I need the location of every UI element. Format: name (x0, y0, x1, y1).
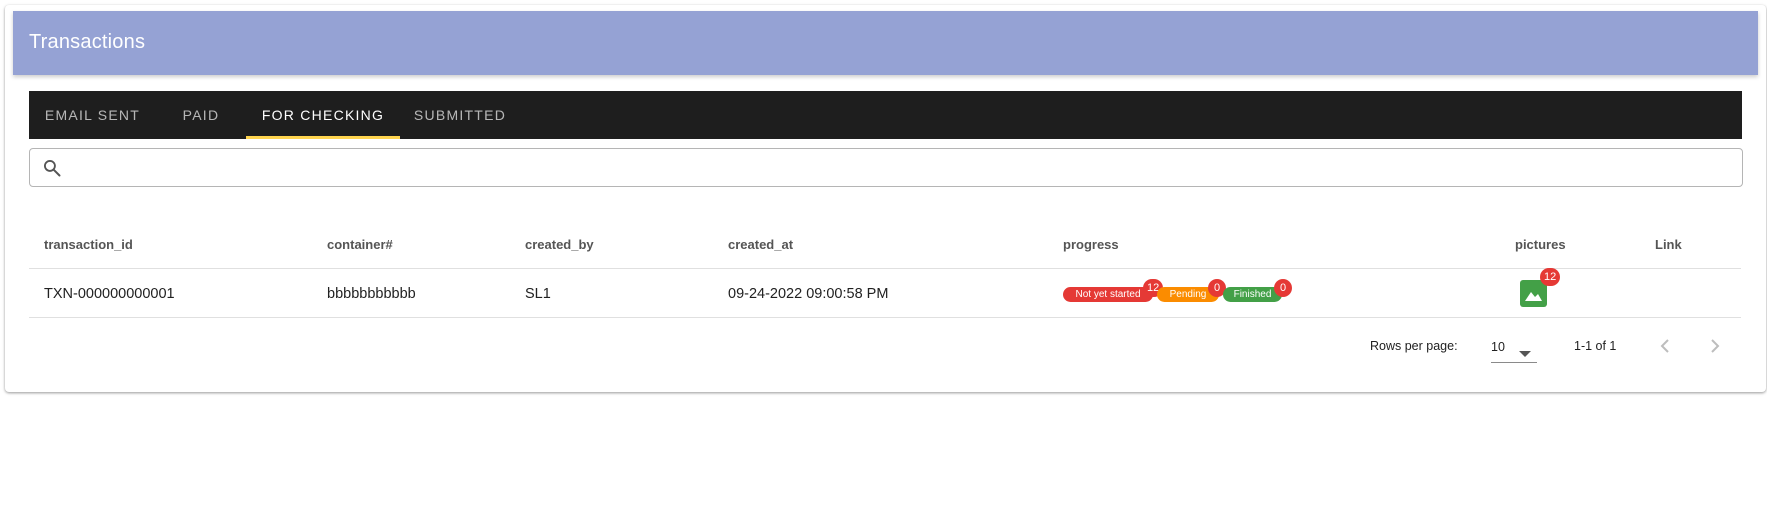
tab-paid[interactable]: PAID (156, 91, 246, 139)
cell-transaction-id: TXN-000000000001 (44, 286, 175, 302)
search-input[interactable] (74, 149, 1728, 188)
image-icon (1520, 292, 1547, 311)
pagination-range: 1-1 of 1 (1574, 339, 1617, 353)
header-divider (29, 268, 1741, 269)
column-header-transaction-id[interactable]: transaction_id (44, 237, 133, 252)
active-tab-indicator (246, 136, 400, 139)
column-header-progress[interactable]: progress (1063, 237, 1119, 252)
tab-bar: EMAIL SENT PAID FOR CHECKING SUBMITTED (29, 91, 1742, 139)
chevron-right-icon[interactable] (1703, 334, 1727, 358)
caret-down-icon (1519, 345, 1531, 363)
pictures-count-badge: 12 (1540, 268, 1561, 286)
app-bar: Transactions (13, 11, 1758, 75)
column-header-created-at[interactable]: created_at (728, 237, 793, 252)
column-header-created-by[interactable]: created_by (525, 237, 594, 252)
column-header-link[interactable]: Link (1655, 237, 1682, 252)
rows-per-page-select[interactable]: 10 (1491, 332, 1537, 363)
tab-submitted[interactable]: SUBMITTED (400, 91, 520, 139)
search-icon (42, 158, 62, 178)
cell-created-at: 09-24-2022 09:00:58 PM (728, 286, 889, 302)
rows-per-page-label: Rows per page: (1370, 339, 1458, 353)
page-title: Transactions (29, 31, 146, 53)
rows-per-page-value: 10 (1491, 340, 1505, 354)
search-box (29, 148, 1743, 188)
chevron-left-icon[interactable] (1653, 334, 1677, 358)
cell-created-by: SL1 (525, 286, 551, 302)
column-header-pictures[interactable]: pictures (1515, 237, 1566, 252)
progress-chip-not-started: Not yet started (1063, 287, 1153, 302)
tab-for-checking[interactable]: FOR CHECKING (246, 91, 400, 139)
column-header-container[interactable]: container# (327, 237, 393, 252)
row-divider (29, 317, 1741, 318)
tab-email-sent[interactable]: EMAIL SENT (29, 91, 156, 139)
cell-container: bbbbbbbbbbb (327, 286, 416, 302)
finished-count-badge: 0 (1274, 279, 1292, 297)
